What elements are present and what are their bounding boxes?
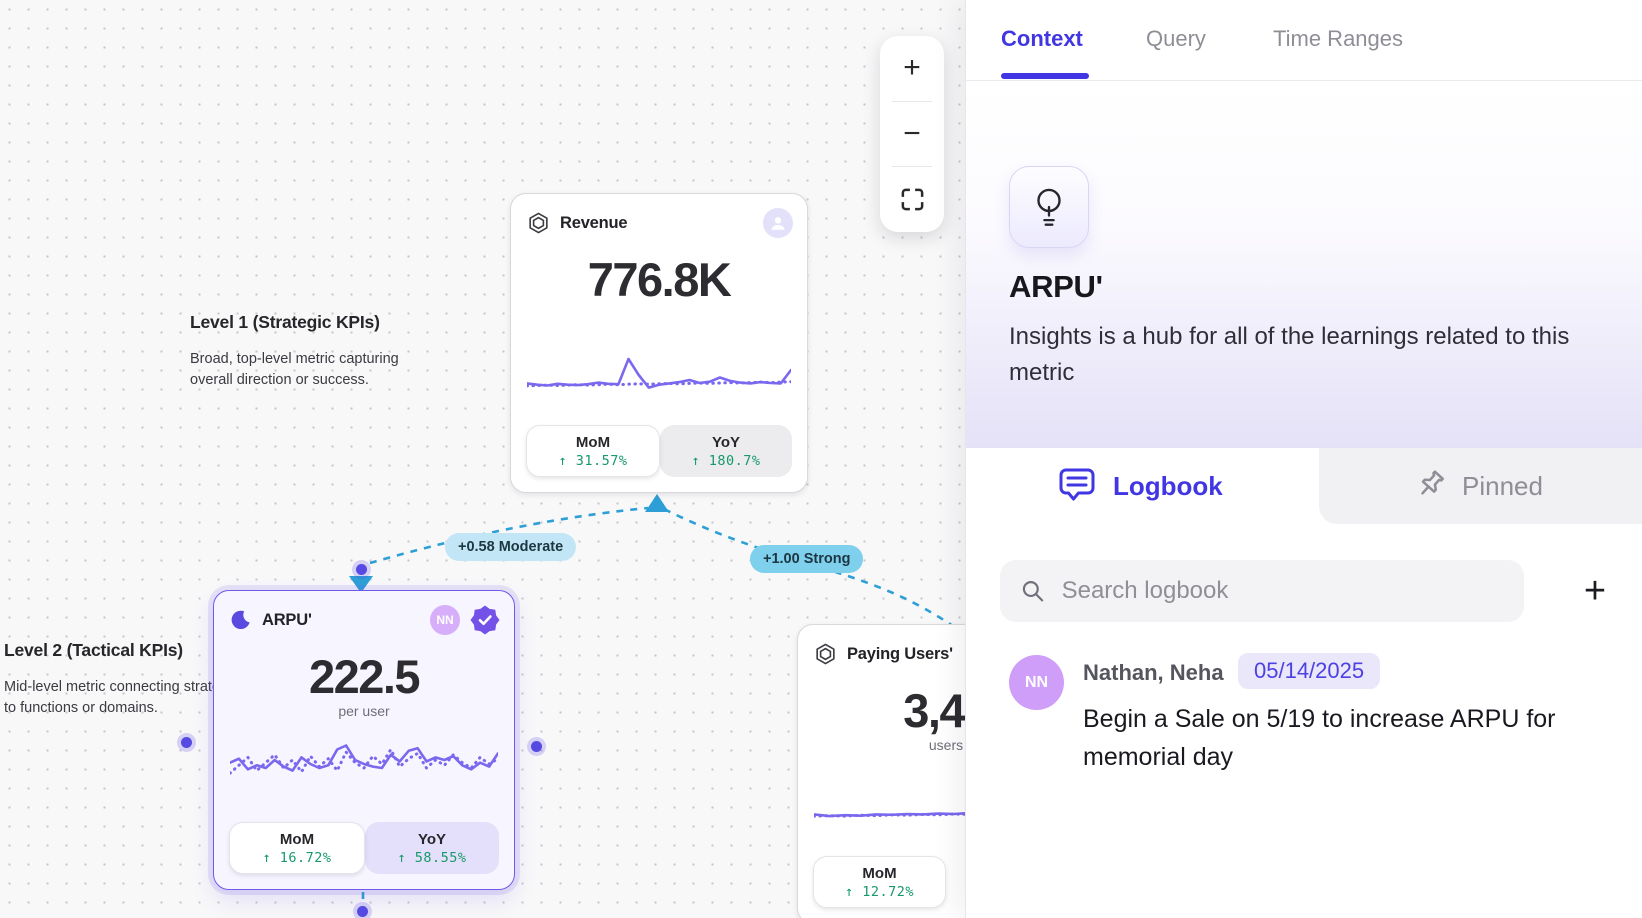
edge-label-strong-text: +1.00 Strong — [763, 551, 850, 567]
metric-card-arpu[interactable]: ARPU' NN 222.5 per user MoM ↑ 16.72% YoY — [213, 590, 515, 890]
yoy-stat-pill: YoY ↑ 58.55% — [365, 822, 499, 874]
tab-logbook[interactable]: Logbook — [966, 448, 1319, 524]
yoy-label: YoY — [418, 831, 446, 848]
logbook-search-row: + — [966, 524, 1642, 634]
mom-label: MoM — [280, 831, 314, 848]
metric-unit: per user — [214, 703, 514, 719]
search-icon — [1020, 577, 1046, 605]
mom-value: ↑ 12.72% — [845, 884, 914, 900]
yoy-value: ↑ 180.7% — [691, 453, 760, 469]
edge-label-moderate: +0.58 Moderate — [445, 533, 576, 561]
logbook-chat-icon — [1056, 467, 1098, 505]
mom-stat-pill: MoM ↑ 12.72% — [813, 856, 946, 908]
tab-query[interactable]: Query — [1146, 26, 1206, 52]
logbook-tab-label: Logbook — [1113, 471, 1223, 502]
metric-name-heading: ARPU' — [1009, 269, 1103, 305]
canvas-zoom-controls: + − — [880, 36, 944, 232]
search-logbook-input[interactable] — [1062, 577, 1504, 605]
level-1-body: Broad, top-level metric capturing overal… — [190, 349, 435, 391]
metric-card-revenue[interactable]: Revenue 776.8K MoM ↑ 31.57% YoY ↑ 180.7% — [510, 193, 808, 493]
presence-avatar-icon — [763, 208, 793, 238]
arpu-left-handle[interactable] — [181, 737, 192, 748]
arpu-bottom-handle[interactable] — [357, 906, 368, 917]
tab-context[interactable]: Context — [1001, 26, 1083, 52]
search-logbook-box[interactable] — [1000, 560, 1524, 622]
yoy-label: YoY — [712, 434, 740, 451]
collaborator-avatar: NN — [430, 605, 460, 635]
pushpin-icon — [1413, 468, 1449, 504]
mom-stat-pill: MoM ↑ 31.57% — [526, 425, 660, 477]
zoom-in-button[interactable]: + — [880, 36, 944, 101]
mom-value: ↑ 16.72% — [262, 850, 331, 866]
entry-author: Nathan, Neha — [1083, 660, 1224, 686]
fit-view-button[interactable] — [880, 167, 944, 232]
edge-arrow-up-icon — [645, 494, 669, 512]
mom-label: MoM — [862, 865, 896, 882]
entry-text: Begin a Sale on 5/19 to increase ARPU fo… — [1083, 700, 1563, 776]
yoy-value: ↑ 58.55% — [397, 850, 466, 866]
level-1-title: Level 1 (Strategic KPIs) — [190, 312, 435, 333]
card-title: Revenue — [560, 214, 627, 233]
metric-description: Insights is a hub for all of the learnin… — [1009, 319, 1579, 391]
arpu-sparkline — [230, 729, 498, 799]
crescent-icon — [230, 609, 252, 631]
edge-source-handle[interactable] — [356, 564, 367, 575]
panel-tab-bar: Context Query Time Ranges — [966, 0, 1642, 81]
fit-view-icon — [899, 186, 926, 213]
logbook-pinned-tabs: Logbook Pinned — [966, 448, 1642, 524]
metric-insights-header: ARPU' Insights is a hub for all of the l… — [966, 81, 1642, 448]
arpu-right-handle[interactable] — [531, 741, 542, 752]
add-logbook-entry-button[interactable]: + — [1572, 568, 1618, 614]
card-title: ARPU' — [262, 611, 312, 630]
yoy-stat-pill: YoY ↑ 180.7% — [660, 425, 792, 477]
zoom-out-button[interactable]: − — [880, 102, 944, 167]
active-tab-indicator — [1001, 73, 1089, 79]
lightbulb-icon — [1030, 186, 1068, 228]
card-title: Paying Users' — [847, 645, 953, 664]
metric-value: 776.8K — [511, 252, 807, 307]
verified-badge-icon — [470, 605, 500, 635]
mom-stat-pill: MoM ↑ 16.72% — [229, 822, 365, 874]
metric-hexagon-icon — [814, 642, 837, 666]
insight-tile — [1009, 166, 1089, 248]
revenue-sparkline — [527, 352, 791, 398]
metric-value: 222.5 — [214, 649, 514, 704]
edge-label-moderate-text: +0.58 Moderate — [458, 539, 563, 555]
context-panel: Context Query Time Ranges ARPU' Insights… — [965, 0, 1642, 918]
tab-pinned[interactable]: Pinned — [1319, 448, 1642, 524]
tab-time-ranges[interactable]: Time Ranges — [1273, 26, 1403, 52]
metric-hexagon-icon — [527, 211, 550, 235]
mom-value: ↑ 31.57% — [558, 453, 627, 469]
edge-label-strong: +1.00 Strong — [750, 545, 863, 573]
level-1-annotation: Level 1 (Strategic KPIs) Broad, top-leve… — [190, 312, 435, 391]
entry-date-badge: 05/14/2025 — [1238, 653, 1380, 689]
pinned-tab-label: Pinned — [1462, 471, 1543, 502]
entry-avatar: NN — [1009, 655, 1064, 710]
mom-label: MoM — [576, 434, 610, 451]
